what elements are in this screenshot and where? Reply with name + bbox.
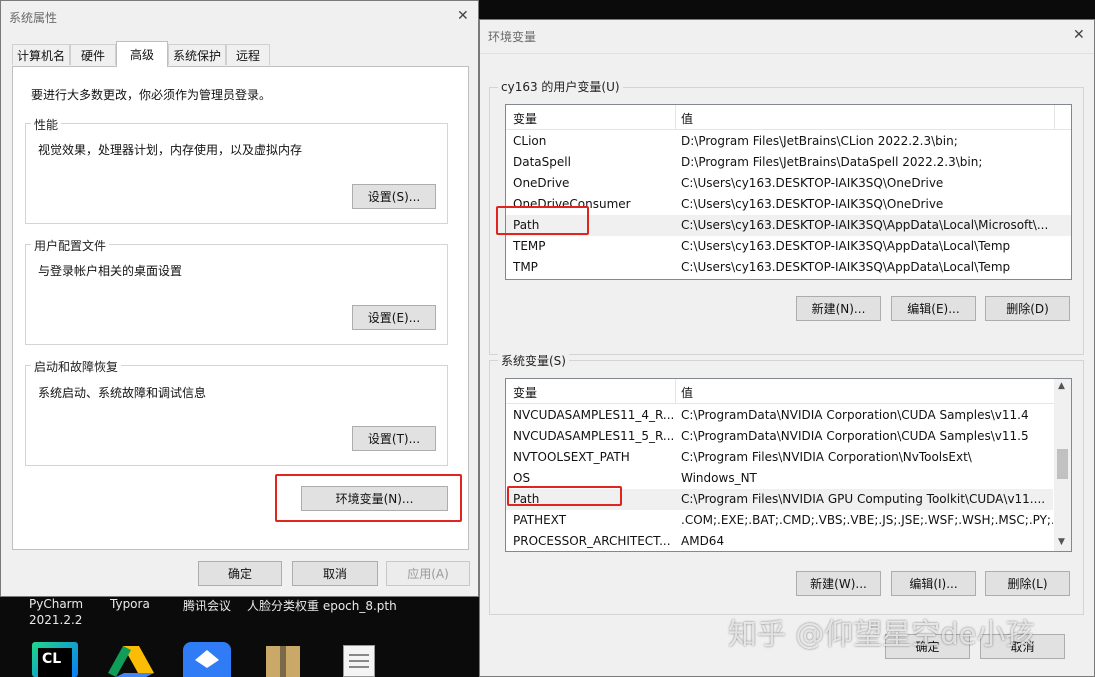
profile-settings-button[interactable]: 设置(E)... [352,305,436,330]
tab-hardware[interactable]: 硬件 [70,44,116,65]
col-value-header[interactable]: 值 [681,384,693,401]
table-row[interactable]: TEMP C:\Users\cy163.DESKTOP-IAIK3SQ\AppDa… [506,236,1071,257]
table-row[interactable]: NVCUDASAMPLES11_5_R... C:\ProgramData\NVI… [506,426,1071,447]
tab-computer-name[interactable]: 计算机名 [12,44,70,65]
user-new-button[interactable]: 新建(N)... [796,296,881,321]
system-new-button[interactable]: 新建(W)... [796,571,881,596]
col-value-header[interactable]: 值 [681,110,693,127]
table-row[interactable]: PATHEXT .COM;.EXE;.BAT;.CMD;.VBS;.VBE;.JS… [506,510,1071,531]
taskbar-label-weights-file: 人脸分类权重 epoch_8.pth [247,599,397,613]
scroll-down-icon[interactable]: ▼ [1058,537,1065,547]
tab-advanced[interactable]: 高级 [116,41,168,67]
tab-system-protection[interactable]: 系统保护 [168,44,226,65]
user-delete-button[interactable]: 删除(D) [985,296,1070,321]
clion-icon-text: CL [42,651,62,667]
clion-app-icon[interactable]: CL [32,642,78,677]
startup-label: 启动和故障恢复 [31,358,122,375]
window-title: 环境变量 [488,30,537,44]
table-row[interactable]: DataSpell D:\Program Files\JetBrains\Data… [506,152,1071,173]
content-divider [480,53,1094,54]
table-row[interactable]: OneDriveConsumer C:\Users\cy163.DESKTOP-I… [506,194,1071,215]
ok-button[interactable]: 确定 [198,561,282,586]
window-title: 系统属性 [9,11,58,25]
user-vars-header: 变量 值 [506,105,1071,130]
startup-settings-button[interactable]: 设置(T)... [352,426,436,451]
table-row[interactable]: TMP C:\Users\cy163.DESKTOP-IAIK3SQ\AppDat… [506,257,1071,278]
taskbar-label-tencent-meeting: 腾讯会议 [183,599,232,613]
taskbar-label-typora: Typora [110,597,150,611]
user-vars-label: cy163 的用户变量(U) [498,78,623,95]
admin-note: 要进行大多数更改，你必须作为管理员登录。 [31,88,272,102]
zhihu-watermark: 知乎 @仰望星空de小孩 [728,617,1035,651]
scrollbar-thumb[interactable] [1057,449,1068,479]
apply-button[interactable]: 应用(A) [386,561,470,586]
tab-remote[interactable]: 远程 [226,44,270,65]
environment-variables-window: 环境变量 ✕ cy163 的用户变量(U) 变量 值 CLion D:\Progr… [479,19,1095,677]
text-file-icon[interactable] [343,645,375,677]
system-vars-label: 系统变量(S) [498,352,569,369]
table-row[interactable]: NVTOOLSEXT_PATH C:\Program Files\NVIDIA C… [506,447,1071,468]
vertical-scrollbar[interactable]: ▲ ▼ [1054,379,1071,551]
startup-desc: 系统启动、系统故障和调试信息 [38,386,207,400]
table-row[interactable]: NVCUDASAMPLES11_4_R... C:\ProgramData\NVI… [506,405,1071,426]
google-drive-icon[interactable] [108,646,154,677]
tencent-meeting-icon[interactable] [183,642,231,677]
system-vars-header: 变量 值 [506,379,1071,404]
col-variable-header[interactable]: 变量 [513,384,537,401]
profile-desc: 与登录帐户相关的桌面设置 [38,264,183,278]
table-row[interactable]: CLion D:\Program Files\JetBrains\CLion 20… [506,131,1071,152]
env-button-highlight [275,474,462,522]
performance-settings-button[interactable]: 设置(S)... [352,184,436,209]
taskbar-label-pycharm: PyCharm [29,597,84,611]
performance-desc: 视觉效果，处理器计划，内存使用，以及虚拟内存 [38,143,303,157]
table-row[interactable]: OneDrive C:\Users\cy163.DESKTOP-IAIK3SQ\O… [506,173,1071,194]
table-row-selected[interactable]: Path C:\Users\cy163.DESKTOP-IAIK3SQ\AppDa… [506,215,1071,236]
close-icon[interactable]: ✕ [457,8,469,24]
profile-label: 用户配置文件 [31,237,110,254]
performance-label: 性能 [31,116,62,133]
close-icon[interactable]: ✕ [1073,27,1085,43]
archive-file-icon[interactable] [266,646,300,677]
user-edit-button[interactable]: 编辑(E)... [891,296,976,321]
system-edit-button[interactable]: 编辑(I)... [891,571,976,596]
system-path-highlight [507,486,622,506]
system-properties-window: 系统属性 ✕ 计算机名 硬件 高级 系统保护 远程 要进行大多数更改，你必须作为… [0,0,479,597]
system-delete-button[interactable]: 删除(L) [985,571,1070,596]
user-vars-list[interactable]: 变量 值 CLion D:\Program Files\JetBrains\CLi… [505,104,1072,280]
user-path-highlight [496,206,589,235]
taskbar-label-pycharm-version: 2021.2.2 [29,613,83,627]
scroll-up-icon[interactable]: ▲ [1058,381,1065,391]
system-vars-list[interactable]: 变量 值 NVCUDASAMPLES11_4_R... C:\ProgramDat… [505,378,1072,552]
cancel-button[interactable]: 取消 [292,561,378,586]
col-variable-header[interactable]: 变量 [513,110,537,127]
table-row[interactable]: PROCESSOR_ARCHITECT... AMD64 [506,531,1071,551]
